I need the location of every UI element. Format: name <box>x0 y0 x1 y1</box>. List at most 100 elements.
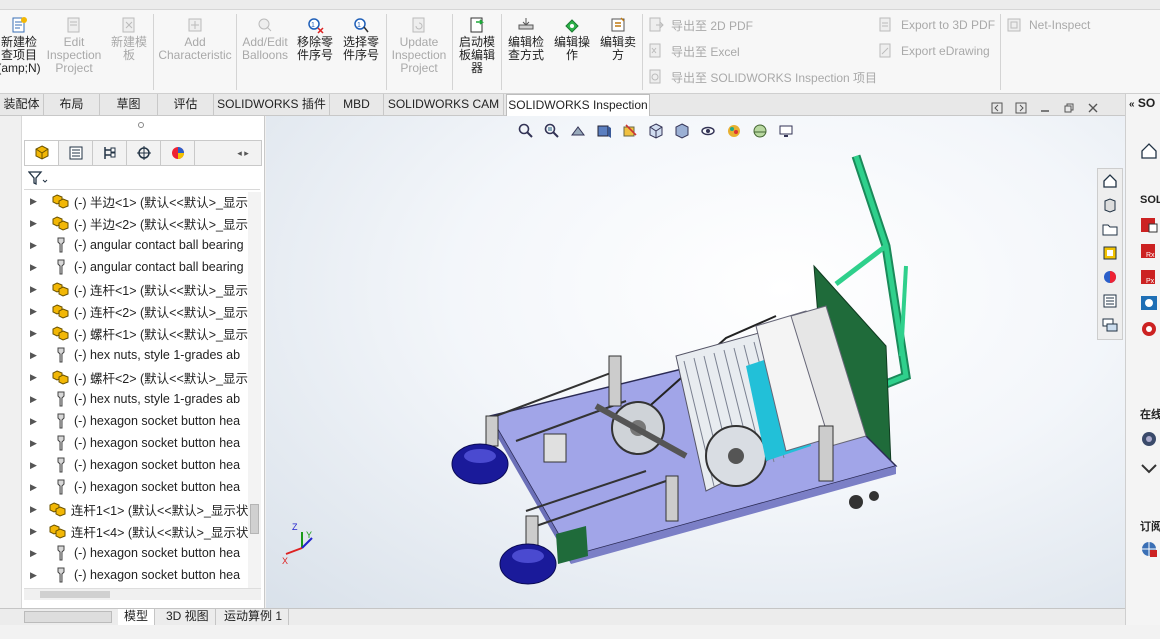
tree-item[interactable]: ▶ (-) hexagon socket button hea <box>24 432 248 454</box>
restore-icon[interactable] <box>1062 101 1076 115</box>
expand-arrow-icon[interactable]: ▶ <box>30 372 40 383</box>
tree-item[interactable]: ▶ (-) angular contact ball bearing <box>24 256 248 278</box>
minimize-icon[interactable] <box>1038 101 1052 115</box>
tree-item[interactable]: ▶ (-) 连杆<2> (默认<<默认>_显示 <box>24 300 248 322</box>
tab-model[interactable]: 模型 <box>118 609 156 625</box>
expand-arrow-icon[interactable]: ▶ <box>30 482 40 493</box>
tree-item[interactable]: ▶ 连杆1<1> (默认<<默认>_显示状 <box>24 498 248 520</box>
dynamic-annotation-icon[interactable] <box>619 121 641 141</box>
previous-view-icon[interactable] <box>567 121 589 141</box>
tab-mbd[interactable]: MBD <box>330 94 384 116</box>
tree-filter[interactable] <box>24 168 260 190</box>
zoom-to-fit-icon[interactable] <box>515 121 537 141</box>
appearances-icon[interactable] <box>1100 267 1120 287</box>
tree-item[interactable]: ▶ (-) hex nuts, style 1-grades ab <box>24 344 248 366</box>
solidworks-resources-icon[interactable] <box>1100 171 1120 191</box>
tree-item[interactable]: ▶ (-) hexagon socket button hea <box>24 542 248 564</box>
tab-solidworks-addins[interactable]: SOLIDWORKS 插件 <box>214 94 330 116</box>
scroll-thumb[interactable] <box>250 504 259 534</box>
custom-properties-icon[interactable] <box>1100 291 1120 311</box>
tab-evaluate[interactable]: 评估 <box>158 94 214 116</box>
assembly-model[interactable]: Z Y X <box>266 116 1125 608</box>
display-style-icon[interactable] <box>671 121 693 141</box>
tab-layout[interactable]: 布局 <box>44 94 100 116</box>
tab-motion-study-1[interactable]: 运动算例 1 <box>218 609 290 625</box>
expand-arrow-icon[interactable]: ▶ <box>30 570 40 581</box>
home-icon[interactable] <box>1140 142 1158 163</box>
file-explorer-icon[interactable] <box>1100 219 1120 239</box>
view-settings-icon[interactable] <box>775 121 797 141</box>
expand-arrow-icon[interactable]: ▶ <box>30 416 40 427</box>
next-window-icon[interactable] <box>1014 101 1028 115</box>
tree-item[interactable]: ▶ (-) hexagon socket button hea <box>24 564 248 586</box>
expand-arrow-icon[interactable]: ▶ <box>30 438 40 449</box>
tab-scroll-arrows[interactable]: ◂ ▸ <box>225 141 261 165</box>
export-excel-button[interactable]: 导出至 Excel <box>648 42 740 60</box>
add-characteristic-button[interactable]: Add Characteristic <box>158 16 232 62</box>
hide-show-items-icon[interactable] <box>697 121 719 141</box>
previous-window-icon[interactable] <box>990 101 1004 115</box>
edit-vendor-button[interactable]: 编辑卖 方 <box>596 16 640 62</box>
expand-arrow-icon[interactable]: ▶ <box>30 504 37 515</box>
select-part-number-button[interactable]: 1 选择零 件序号 <box>340 16 382 62</box>
tree-item[interactable]: ▶ (-) 半边<1> (默认<<默认>_显示 <box>24 190 248 212</box>
graphics-area[interactable]: Z Y X <box>266 116 1125 608</box>
tree-item[interactable]: ▶ (-) 螺杆<2> (默认<<默认>_显示 <box>24 366 248 388</box>
property-manager-tab[interactable] <box>59 141 93 165</box>
sw-rx-icon[interactable]: Rx <box>1140 242 1158 263</box>
tab-sketch[interactable]: 草图 <box>100 94 158 116</box>
export-edrawing-button[interactable]: Export eDrawing <box>878 42 990 60</box>
apply-scene-icon[interactable] <box>749 121 771 141</box>
launch-template-editor-button[interactable]: 启动模 板编辑 器 <box>456 16 498 75</box>
net-inspect-button[interactable]: Net-Inspect <box>1006 16 1090 34</box>
display-manager-tab[interactable] <box>161 141 195 165</box>
edit-inspection-method-button[interactable]: 编辑检 查方式 <box>504 16 548 62</box>
expand-arrow-icon[interactable]: ▶ <box>30 284 40 295</box>
edit-operation-button[interactable]: 编辑操 作 <box>550 16 594 62</box>
expand-arrow-icon[interactable]: ▶ <box>30 196 40 207</box>
design-library-icon[interactable] <box>1100 195 1120 215</box>
edit-appearance-icon[interactable] <box>723 121 745 141</box>
tree-item[interactable]: ▶ (-) hexagon socket button hea <box>24 454 248 476</box>
new-template-button[interactable]: 新建模 板 <box>108 16 150 62</box>
tree-vertical-scrollbar[interactable] <box>248 192 261 588</box>
export-3d-pdf-button[interactable]: Export to 3D PDF <box>878 16 995 34</box>
tree-item[interactable]: ▶ (-) hexagon socket button hea <box>24 476 248 498</box>
add-edit-balloons-button[interactable]: Add/Edit Balloons <box>240 16 290 62</box>
tab-assembly[interactable]: 装配体 <box>0 94 44 116</box>
tree-item[interactable]: ▶ (-) angular contact ball bearing <box>24 234 248 256</box>
tab-3d-view[interactable]: 3D 视图 <box>160 609 216 625</box>
expand-arrow-icon[interactable]: ▶ <box>30 526 37 537</box>
expand-arrow-icon[interactable]: ▶ <box>30 350 40 361</box>
tree-item[interactable]: ▶ (-) 螺杆<1> (默认<<默认>_显示 <box>24 322 248 344</box>
expand-arrow-icon[interactable]: ▶ <box>30 460 40 471</box>
tab-navigation-buttons[interactable] <box>24 611 112 623</box>
tab-solidworks-cam[interactable]: SOLIDWORKS CAM <box>384 94 504 116</box>
tree-item[interactable]: ▶ (-) hexagon socket button hea <box>24 410 248 432</box>
view-palette-icon[interactable] <box>1100 243 1120 263</box>
panel-grip[interactable] <box>138 122 144 128</box>
expand-arrow-icon[interactable]: ▶ <box>30 328 40 339</box>
export-2d-pdf-button[interactable]: 导出至 2D PDF <box>648 16 753 34</box>
view-orientation-icon[interactable] <box>645 121 667 141</box>
sw-px-icon[interactable]: Px <box>1140 268 1158 289</box>
edit-inspection-project-button[interactable]: Edit Inspection Project <box>44 16 104 75</box>
subscription-globe-icon[interactable] <box>1140 540 1158 561</box>
expand-arrow-icon[interactable]: ▶ <box>30 394 40 405</box>
expand-arrow-icon[interactable]: ▶ <box>30 548 40 559</box>
expand-arrow-icon[interactable]: ▶ <box>30 306 40 317</box>
expand-arrow-icon[interactable]: ▶ <box>30 218 40 229</box>
sw-tool-icon[interactable] <box>1140 216 1158 237</box>
tab-solidworks-inspection[interactable]: SOLIDWORKS Inspection <box>506 94 650 117</box>
motor[interactable] <box>543 433 567 463</box>
chevron-down-icon[interactable] <box>1140 462 1158 479</box>
close-icon[interactable] <box>1086 101 1100 115</box>
tree-horizontal-scrollbar[interactable] <box>24 588 261 600</box>
tree-item[interactable]: ▶ (-) 半边<2> (默认<<默认>_显示 <box>24 212 248 234</box>
forum-icon[interactable] <box>1100 315 1120 335</box>
section-view-icon[interactable] <box>593 121 615 141</box>
update-inspection-project-button[interactable]: Update Inspection Project <box>390 16 448 75</box>
new-inspection-project-button[interactable]: 新建检 查项目 (amp;N) <box>0 16 41 75</box>
feature-manager-tab[interactable] <box>25 141 59 165</box>
configuration-manager-tab[interactable] <box>93 141 127 165</box>
